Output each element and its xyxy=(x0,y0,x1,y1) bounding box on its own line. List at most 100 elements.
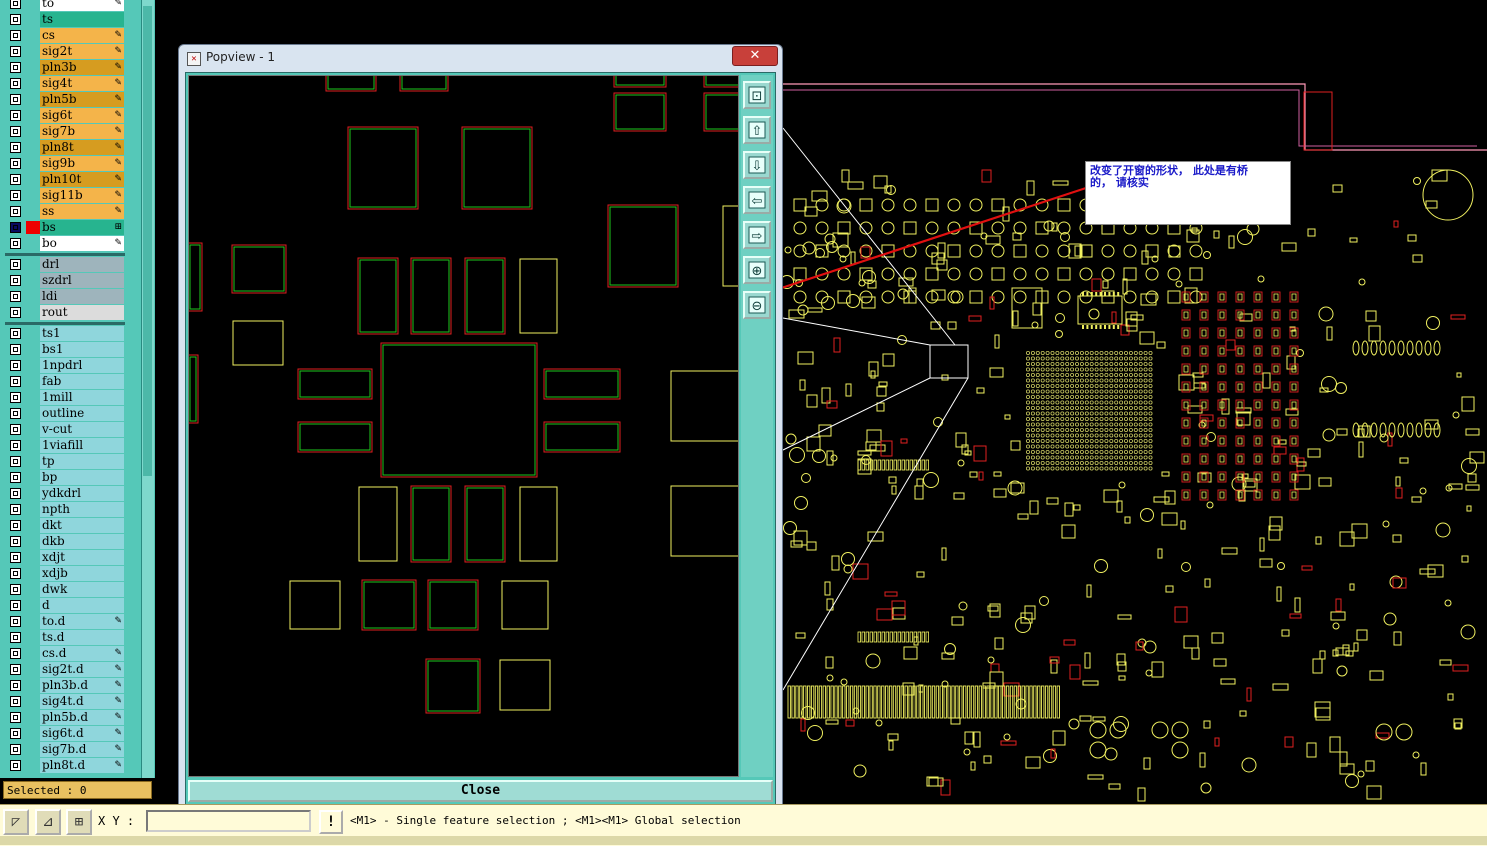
layer-name[interactable]: v-cut xyxy=(40,422,124,437)
layer-name[interactable]: sig7b ✎ xyxy=(40,124,124,139)
layer-checkbox[interactable] xyxy=(10,158,21,169)
layer-affected-icon[interactable]: ✎ xyxy=(114,108,122,123)
layer-checkbox[interactable] xyxy=(10,328,21,339)
layer-checkbox[interactable] xyxy=(10,392,21,403)
layer-row-to[interactable]: to ✎ xyxy=(7,0,124,11)
layer-row-dwk[interactable]: dwk xyxy=(7,582,124,597)
layer-row-pln3b[interactable]: pln3b ✎ xyxy=(7,60,124,75)
layer-checkbox[interactable] xyxy=(10,664,21,675)
layer-row-rout[interactable]: rout xyxy=(7,305,124,320)
layer-affected-icon[interactable]: ✎ xyxy=(114,662,122,677)
layer-row-pln5b.d[interactable]: pln5b.d ✎ xyxy=(7,710,124,725)
layer-name[interactable]: sig4t ✎ xyxy=(40,76,124,91)
layer-row-tp[interactable]: tp xyxy=(7,454,124,469)
pan-left-icon[interactable]: ⇦ xyxy=(743,186,771,214)
layer-checkbox[interactable] xyxy=(10,680,21,691)
layer-row-drl[interactable]: drl xyxy=(7,257,124,272)
pan-up-icon[interactable]: ⇧ xyxy=(743,116,771,144)
layer-name[interactable]: dkb xyxy=(40,534,124,549)
layer-name[interactable]: rout xyxy=(40,305,124,320)
main-canvas[interactable] xyxy=(782,0,1487,804)
layer-row-sig7b[interactable]: sig7b ✎ xyxy=(7,124,124,139)
layer-name[interactable]: bs ⊞ xyxy=(40,220,124,235)
layer-checkbox[interactable] xyxy=(10,648,21,659)
layer-row-fab[interactable]: fab xyxy=(7,374,124,389)
layer-name[interactable]: sig4t.d ✎ xyxy=(40,694,124,709)
layer-name[interactable]: bs1 xyxy=(40,342,124,357)
layer-affected-icon[interactable]: ✎ xyxy=(114,758,122,773)
layer-checkbox[interactable] xyxy=(10,472,21,483)
layer-row-1mill[interactable]: 1mill xyxy=(7,390,124,405)
layer-checkbox[interactable] xyxy=(10,206,21,217)
layer-affected-icon[interactable]: ✎ xyxy=(114,710,122,725)
layer-name[interactable]: outline xyxy=(40,406,124,421)
layer-name[interactable]: sig2t.d ✎ xyxy=(40,662,124,677)
window-close-button[interactable]: ✕ xyxy=(732,46,778,66)
layer-row-sig2t.d[interactable]: sig2t.d ✎ xyxy=(7,662,124,677)
layer-name[interactable]: sig2t ✎ xyxy=(40,44,124,59)
layer-affected-icon[interactable]: ✎ xyxy=(114,726,122,741)
layer-row-ss[interactable]: ss ✎ xyxy=(7,204,124,219)
layer-name[interactable]: to.d ✎ xyxy=(40,614,124,629)
layer-row-pln8t[interactable]: pln8t ✎ xyxy=(7,140,124,155)
layer-row-sig9b[interactable]: sig9b ✎ xyxy=(7,156,124,171)
layer-row-ts.d[interactable]: ts.d xyxy=(7,630,124,645)
layer-name[interactable]: xdjb xyxy=(40,566,124,581)
layer-affected-icon[interactable]: ✎ xyxy=(114,678,122,693)
layer-affected-icon[interactable]: ✎ xyxy=(114,44,122,59)
layer-panel-scrollbar[interactable] xyxy=(141,0,154,778)
layer-row-sig4t.d[interactable]: sig4t.d ✎ xyxy=(7,694,124,709)
layer-row-sig4t[interactable]: sig4t ✎ xyxy=(7,76,124,91)
layer-row-pln3b.d[interactable]: pln3b.d ✎ xyxy=(7,678,124,693)
layer-name[interactable]: pln3b.d ✎ xyxy=(40,678,124,693)
layer-row-xdjb[interactable]: xdjb xyxy=(7,566,124,581)
layer-row-sig2t[interactable]: sig2t ✎ xyxy=(7,44,124,59)
layer-name[interactable]: drl xyxy=(40,257,124,272)
layer-row-pln10t[interactable]: pln10t ✎ xyxy=(7,172,124,187)
layer-color-swatch[interactable] xyxy=(26,221,40,234)
layer-row-bp[interactable]: bp xyxy=(7,470,124,485)
layer-row-sig11b[interactable]: sig11b ✎ xyxy=(7,188,124,203)
layer-checkbox[interactable] xyxy=(10,307,21,318)
layer-affected-icon[interactable]: ✎ xyxy=(114,742,122,757)
layer-row-outline[interactable]: outline xyxy=(7,406,124,421)
layer-checkbox[interactable] xyxy=(10,632,21,643)
layer-affected-icon[interactable]: ✎ xyxy=(114,172,122,187)
layer-row-bo[interactable]: bo ✎ xyxy=(7,236,124,251)
layer-affected-icon[interactable]: ✎ xyxy=(114,694,122,709)
layer-checkbox[interactable] xyxy=(10,504,21,515)
layer-checkbox[interactable] xyxy=(10,126,21,137)
layer-row-v-cut[interactable]: v-cut xyxy=(7,422,124,437)
popview-titlebar[interactable]: ✕ Popview - 1 ✕ xyxy=(179,45,782,71)
layer-row-ldi[interactable]: ldi xyxy=(7,289,124,304)
layer-checkbox[interactable] xyxy=(10,30,21,41)
layer-row-npth[interactable]: npth xyxy=(7,502,124,517)
layer-affected-icon[interactable]: ✎ xyxy=(114,28,122,43)
layer-affected-icon[interactable]: ✎ xyxy=(114,188,122,203)
layer-checkbox[interactable] xyxy=(10,344,21,355)
layer-checkbox[interactable] xyxy=(10,94,21,105)
layer-checkbox[interactable] xyxy=(10,728,21,739)
layer-name[interactable]: tp xyxy=(40,454,124,469)
layer-name[interactable]: pln10t ✎ xyxy=(40,172,124,187)
layer-row-pln5b[interactable]: pln5b ✎ xyxy=(7,92,124,107)
close-button[interactable]: Close xyxy=(188,780,773,802)
layer-checkbox[interactable] xyxy=(10,46,21,57)
layer-affected-icon[interactable]: ✎ xyxy=(114,124,122,139)
layer-row-ydkdrl[interactable]: ydkdrl xyxy=(7,486,124,501)
layer-row-bs[interactable]: bs ⊞ xyxy=(7,220,124,235)
layer-name[interactable]: sig6t ✎ xyxy=(40,108,124,123)
layer-checkbox[interactable] xyxy=(10,275,21,286)
layer-name[interactable]: 1mill xyxy=(40,390,124,405)
layer-checkbox[interactable] xyxy=(10,440,21,451)
layer-affected-icon[interactable]: ✎ xyxy=(114,60,122,75)
layer-name[interactable]: pln8t ✎ xyxy=(40,140,124,155)
layer-name[interactable]: dwk xyxy=(40,582,124,597)
layer-affected-icon[interactable]: ✎ xyxy=(114,92,122,107)
layer-name[interactable]: sig7b.d ✎ xyxy=(40,742,124,757)
layer-checkbox[interactable] xyxy=(10,0,21,9)
layer-checkbox[interactable] xyxy=(10,552,21,563)
layer-checkbox[interactable] xyxy=(10,174,21,185)
layer-name[interactable]: ydkdrl xyxy=(40,486,124,501)
layer-checkbox[interactable] xyxy=(10,408,21,419)
